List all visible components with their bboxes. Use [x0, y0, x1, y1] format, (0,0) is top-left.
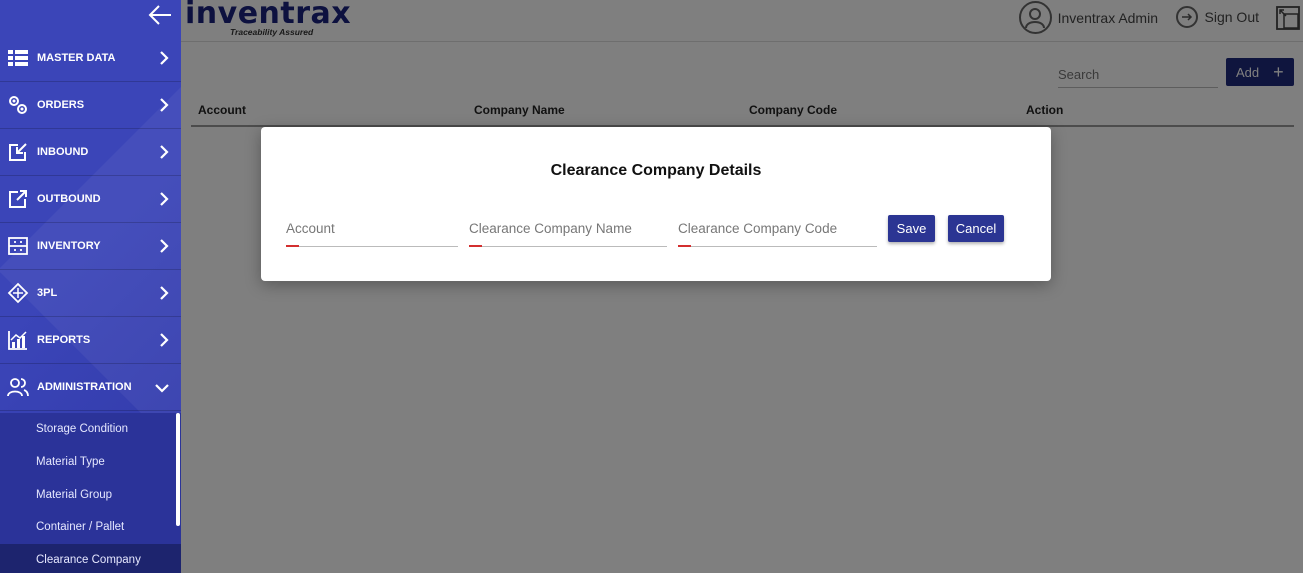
sidebar-item-label: REPORTS — [37, 334, 91, 346]
sidebar-item-label: ADMINISTRATION — [37, 381, 132, 393]
reports-icon — [7, 329, 29, 351]
submenu-item-storage-condition[interactable]: Storage Condition — [0, 413, 181, 446]
inbound-icon — [7, 141, 29, 163]
submenu-item-container-pallet[interactable]: Container / Pallet — [0, 511, 181, 544]
required-indicator — [469, 245, 482, 247]
administration-submenu: Storage Condition Material Type Material… — [0, 413, 181, 573]
sidebar-item-label: INBOUND — [37, 146, 89, 158]
clearance-company-code-placeholder: Clearance Company Code — [678, 221, 838, 236]
sidebar-item-reports[interactable]: REPORTS — [0, 317, 181, 364]
sidebar-scrollbar[interactable] — [176, 413, 180, 526]
account-placeholder: Account — [286, 221, 335, 236]
account-field[interactable]: Account — [286, 217, 458, 247]
clearance-company-name-field[interactable]: Clearance Company Name — [469, 217, 667, 247]
chevron-down-icon — [155, 384, 169, 393]
chevron-right-icon — [160, 145, 169, 159]
sidebar-item-inbound[interactable]: INBOUND — [0, 129, 181, 176]
submenu-item-material-group[interactable]: Material Group — [0, 478, 181, 511]
back-arrow-icon[interactable] — [147, 4, 173, 26]
required-indicator — [678, 245, 691, 247]
clearance-company-name-placeholder: Clearance Company Name — [469, 221, 632, 236]
dialog-title: Clearance Company Details — [550, 162, 762, 179]
save-button[interactable]: Save — [888, 215, 935, 242]
submenu-item-material-type[interactable]: Material Type — [0, 446, 181, 479]
users-icon — [7, 376, 29, 398]
gears-icon — [7, 94, 29, 116]
3pl-icon — [7, 282, 29, 304]
outbound-icon — [7, 188, 29, 210]
chevron-right-icon — [160, 192, 169, 206]
sidebar-item-orders[interactable]: ORDERS — [0, 82, 181, 129]
inventory-icon — [7, 235, 29, 257]
chevron-right-icon — [160, 98, 169, 112]
clearance-company-dialog: Clearance Company Details Account Cleara… — [261, 127, 1051, 281]
sidebar-item-label: MASTER DATA — [37, 52, 116, 64]
sidebar-item-label: 3PL — [37, 287, 58, 299]
sidebar-item-master-data[interactable]: MASTER DATA — [0, 35, 181, 82]
cancel-button[interactable]: Cancel — [948, 215, 1004, 242]
chevron-right-icon — [160, 51, 169, 65]
sidebar: MASTER DATA ORDERS INBOUND OUTBOUND INVE… — [0, 0, 181, 573]
sidebar-item-administration[interactable]: ADMINISTRATION — [0, 364, 181, 411]
sidebar-item-3pl[interactable]: 3PL — [0, 270, 181, 317]
clearance-company-code-field[interactable]: Clearance Company Code — [678, 217, 877, 247]
list-icon — [7, 47, 29, 69]
chevron-right-icon — [160, 333, 169, 347]
sidebar-item-label: ORDERS — [37, 99, 85, 111]
chevron-right-icon — [160, 286, 169, 300]
sidebar-item-inventory[interactable]: INVENTORY — [0, 223, 181, 270]
submenu-item-clearance-company[interactable]: Clearance Company — [0, 543, 181, 573]
sidebar-menu: MASTER DATA ORDERS INBOUND OUTBOUND INVE… — [0, 35, 181, 411]
modal-backdrop[interactable] — [181, 0, 1303, 573]
sidebar-item-label: INVENTORY — [37, 240, 101, 252]
sidebar-item-label: OUTBOUND — [37, 193, 101, 205]
sidebar-item-outbound[interactable]: OUTBOUND — [0, 176, 181, 223]
chevron-right-icon — [160, 239, 169, 253]
required-indicator — [286, 245, 299, 247]
